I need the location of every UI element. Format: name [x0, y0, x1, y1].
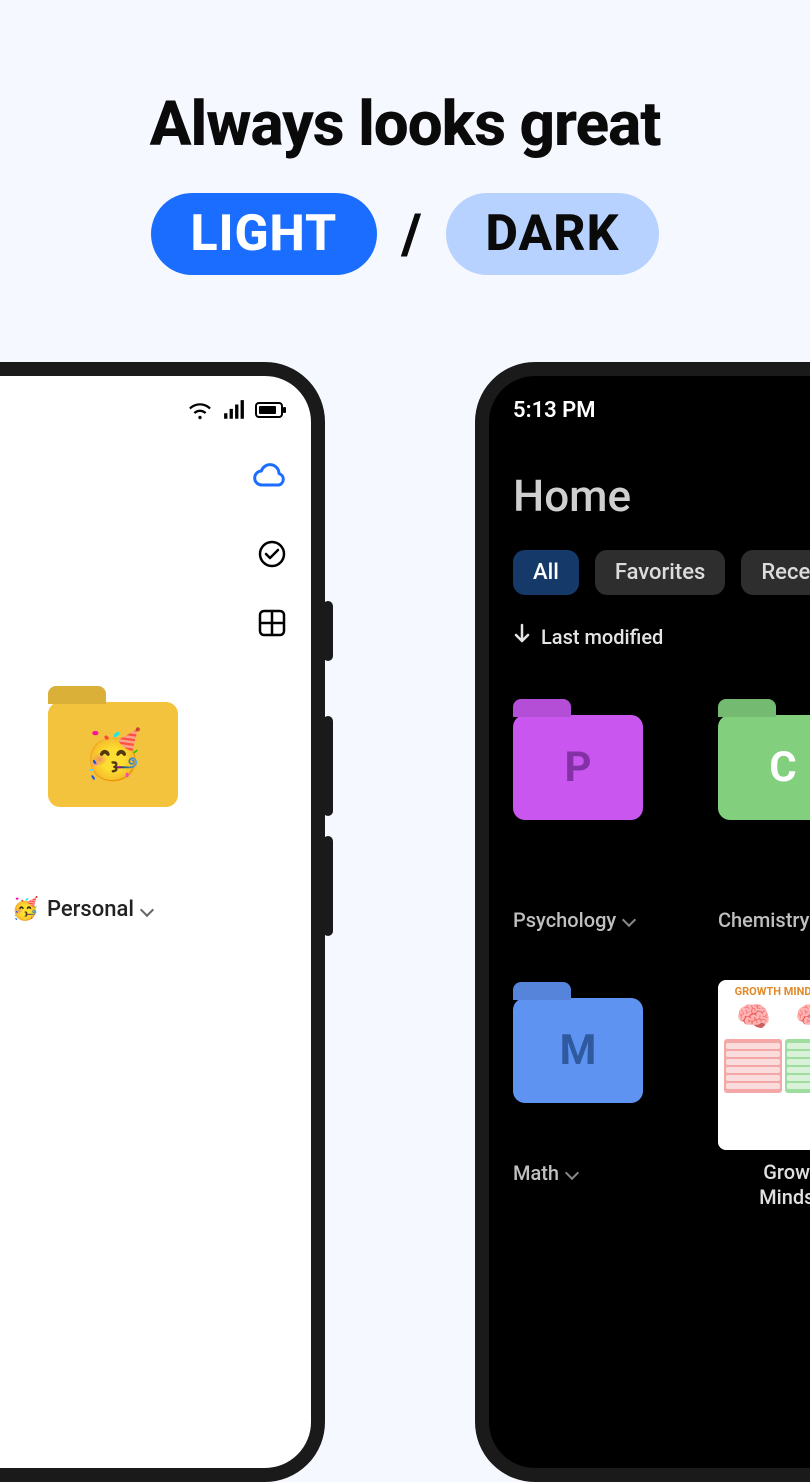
folder-label-emoji-icon: 🥳 [12, 897, 39, 922]
folder-letter: C [769, 743, 796, 792]
folder-emoji-icon: 🥳 [83, 726, 143, 783]
folder-label-text: Personal [47, 897, 134, 922]
cellular-icon [223, 400, 245, 420]
tab-favorites[interactable]: Favorites [595, 550, 726, 595]
phone-frame-dark: 5:13 PM Home All Favorites Recents Last … [475, 362, 810, 1482]
light-mode-pill: LIGHT [151, 193, 378, 275]
hero-section: Always looks great LIGHT / DARK [0, 0, 810, 275]
hero-title: Always looks great [0, 88, 810, 161]
sort-label: Last modified [541, 625, 663, 649]
folder-label-text: Math [513, 1161, 559, 1185]
tab-recents[interactable]: Recents [741, 550, 810, 595]
tab-all[interactable]: All [513, 550, 579, 595]
phone-frame-light: Recents C 🥳 [0, 362, 325, 1482]
folder-math[interactable]: M [513, 998, 643, 1103]
folder-label-chemistry[interactable]: Chemistry [718, 908, 810, 932]
folder-letter: M [560, 1026, 597, 1075]
phone-side-button [323, 601, 333, 661]
folder-label-text: Psychology [513, 908, 616, 932]
select-icon[interactable] [257, 539, 287, 573]
folder-psychology[interactable]: P [513, 715, 643, 820]
sort-arrow-down-icon [513, 623, 531, 650]
chevron-down-icon [140, 902, 154, 916]
folder-label-text: Chemistry [718, 908, 809, 932]
phone-side-button [323, 716, 333, 816]
note-thumb-title: GROWTH MINDSET [724, 986, 810, 998]
wifi-icon [187, 400, 213, 420]
folder-label-psychology[interactable]: Psychology [513, 908, 668, 932]
status-bar [0, 394, 287, 426]
brain-illustration-icon: 🧠🧠 [724, 1002, 810, 1033]
grid-view-icon[interactable] [257, 608, 287, 642]
status-time: 5:13 PM [513, 398, 596, 423]
note-growth-mindset[interactable]: GROWTH MINDSET 🧠🧠 [718, 980, 810, 1150]
folder-letter: P [564, 743, 591, 792]
folder-label-personal[interactable]: 🥳 Personal [12, 897, 152, 922]
battery-icon [255, 401, 287, 419]
folder-label-math[interactable]: Math [513, 1161, 668, 1185]
page-title: Home [513, 470, 810, 522]
status-bar: 5:13 PM [513, 394, 810, 426]
folder-chemistry[interactable]: C [718, 715, 810, 820]
theme-pill-row: LIGHT / DARK [0, 193, 810, 275]
sort-button[interactable]: Last modified [513, 623, 810, 650]
folder-personal[interactable]: 🥳 [48, 702, 178, 807]
chevron-down-icon [622, 913, 636, 927]
chevron-down-icon [565, 1166, 579, 1180]
pill-separator: / [401, 201, 421, 267]
dark-mode-pill: DARK [446, 193, 660, 275]
note-label[interactable]: Growth Mindset [718, 1160, 810, 1210]
cloud-sync-icon[interactable] [253, 462, 287, 492]
phone-side-button [323, 836, 333, 936]
